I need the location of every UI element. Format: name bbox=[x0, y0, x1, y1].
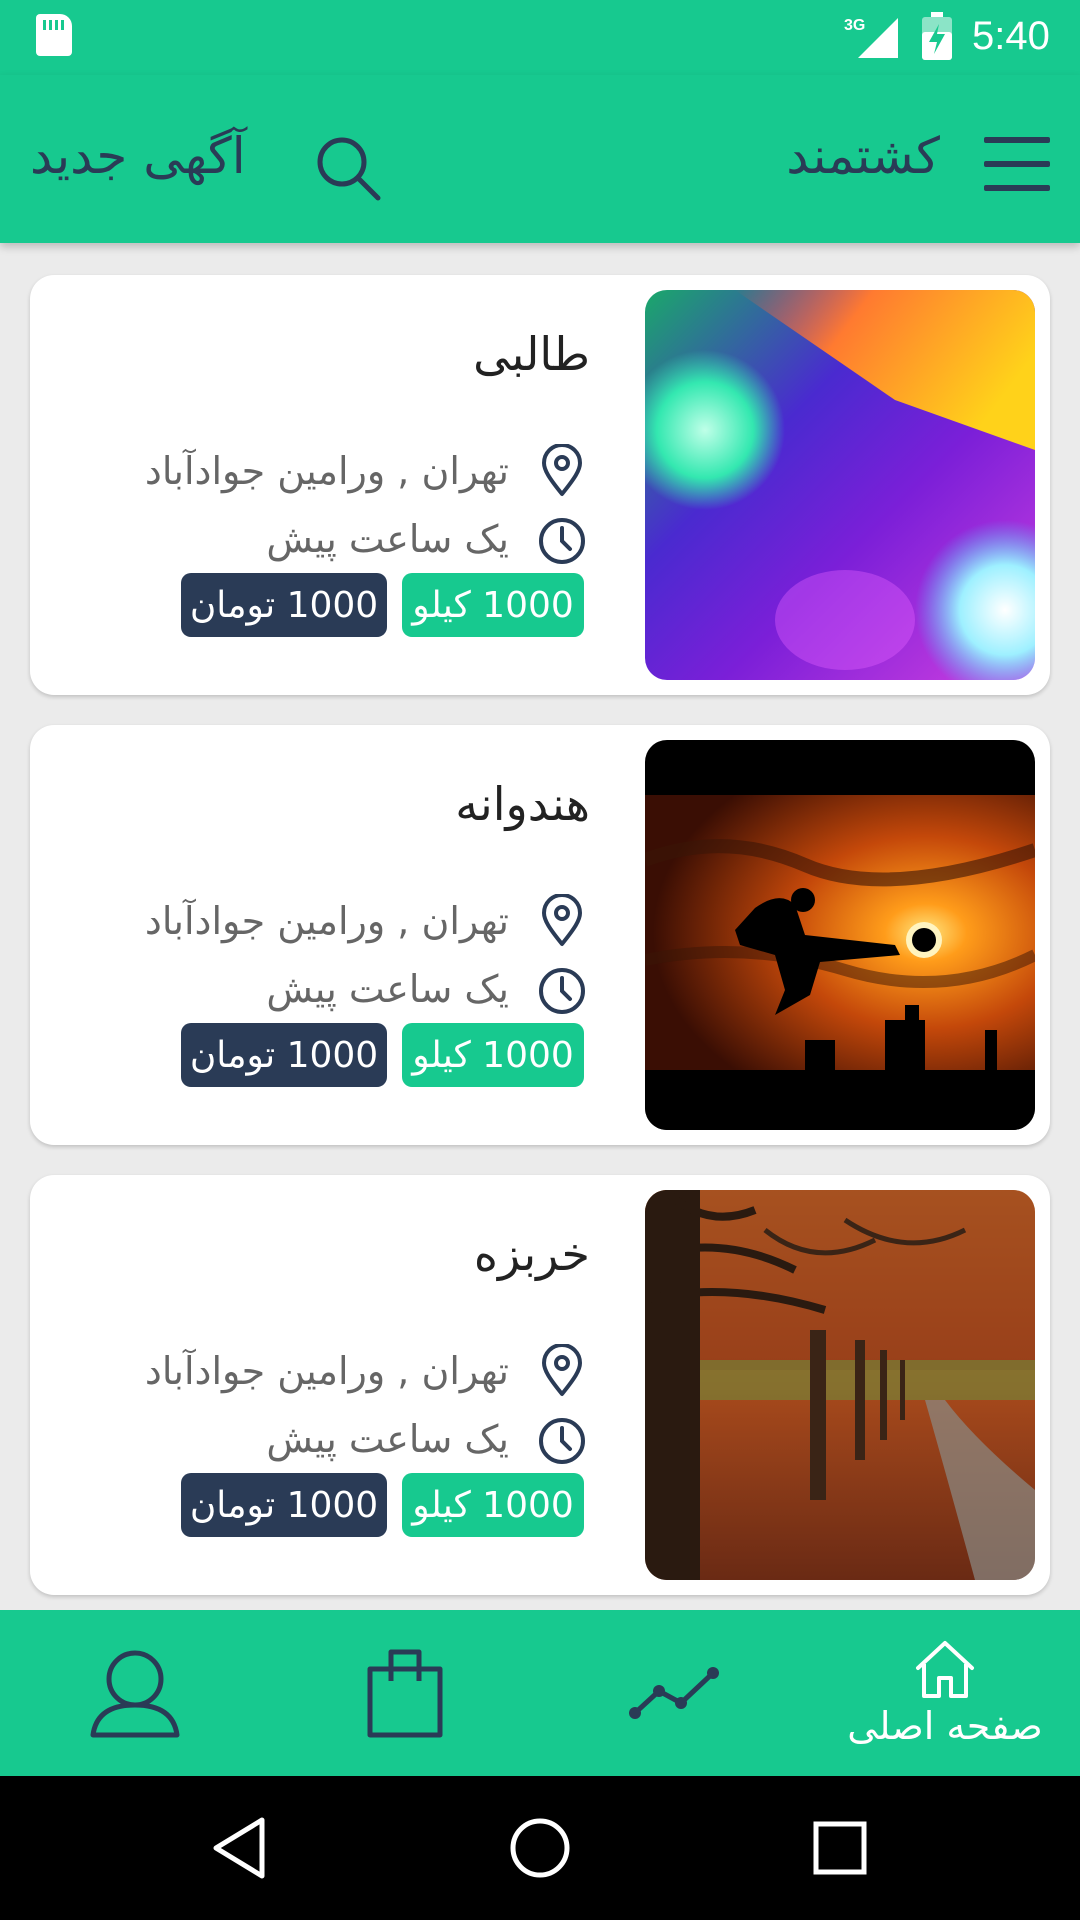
listing-location: تهران , ورامین جوادآباد bbox=[145, 443, 585, 499]
listing-card[interactable]: طالبی تهران , ورامین جوادآباد یک ساعت پی… bbox=[30, 275, 1050, 695]
time-text: یک ساعت پیش bbox=[266, 1417, 509, 1461]
nav-stats[interactable] bbox=[540, 1610, 810, 1776]
status-bar: 3G 5:40 bbox=[0, 0, 1080, 75]
weight-tag: 1000 کیلو bbox=[402, 1023, 584, 1087]
user-icon bbox=[90, 1650, 180, 1738]
listing-location: تهران , ورامین جوادآباد bbox=[145, 1343, 585, 1399]
clock-icon bbox=[539, 968, 585, 1014]
weight-tag: 1000 کیلو bbox=[402, 573, 584, 637]
back-icon[interactable] bbox=[206, 1814, 274, 1882]
home-icon bbox=[916, 1641, 974, 1698]
listing-image bbox=[645, 1190, 1035, 1580]
price-tag: 1000 تومان bbox=[181, 573, 387, 637]
listing-card[interactable]: خربزه تهران , ورامین جوادآباد یک ساعت پی… bbox=[30, 1175, 1050, 1595]
time-text: یک ساعت پیش bbox=[266, 517, 509, 561]
location-pin-icon bbox=[542, 444, 582, 496]
home-button-icon[interactable] bbox=[506, 1814, 574, 1882]
listing-image bbox=[645, 290, 1035, 680]
price-tag: 1000 تومان bbox=[181, 1023, 387, 1087]
nav-profile[interactable] bbox=[0, 1610, 270, 1776]
location-pin-icon bbox=[542, 1344, 582, 1396]
location-pin-icon bbox=[542, 894, 582, 946]
listing-time: یک ساعت پیش bbox=[266, 1411, 585, 1467]
status-time: 5:40 bbox=[972, 14, 1050, 58]
network-type-label: 3G bbox=[844, 17, 865, 34]
clock-icon bbox=[539, 518, 585, 564]
time-text: یک ساعت پیش bbox=[266, 967, 509, 1011]
bottom-nav: صفحه اصلی bbox=[0, 1610, 1080, 1776]
listing-title: هندوانه bbox=[455, 777, 590, 831]
signal-icon: 3G bbox=[844, 17, 898, 58]
listing-time: یک ساعت پیش bbox=[266, 961, 585, 1017]
new-ad-button[interactable]: آگهی جدید bbox=[30, 127, 246, 185]
chart-icon bbox=[629, 1667, 719, 1719]
listing-time: یک ساعت پیش bbox=[266, 511, 585, 567]
listing-card[interactable]: هندوانه تهران , ورامین جوادآباد یک ساعت … bbox=[30, 725, 1050, 1145]
clock-icon bbox=[539, 1418, 585, 1464]
nav-home-label: صفحه اصلی bbox=[847, 1704, 1043, 1748]
search-icon[interactable] bbox=[312, 132, 384, 204]
battery-icon bbox=[922, 12, 952, 60]
app-bar: کشتمند آگهی جدید bbox=[0, 75, 1080, 243]
location-text: تهران , ورامین جوادآباد bbox=[144, 899, 509, 943]
shopping-bag-icon bbox=[367, 1649, 443, 1738]
system-nav-bar bbox=[0, 1776, 1080, 1920]
price-tag: 1000 تومان bbox=[181, 1473, 387, 1537]
nav-cart[interactable] bbox=[270, 1610, 540, 1776]
location-text: تهران , ورامین جوادآباد bbox=[144, 1349, 509, 1393]
recents-icon[interactable] bbox=[806, 1814, 874, 1882]
listing-list: طالبی تهران , ورامین جوادآباد یک ساعت پی… bbox=[0, 243, 1080, 1610]
sd-card-icon bbox=[36, 14, 72, 56]
listing-title: طالبی bbox=[473, 327, 590, 381]
app-title: کشتمند bbox=[786, 127, 940, 185]
listing-location: تهران , ورامین جوادآباد bbox=[145, 893, 585, 949]
menu-icon[interactable] bbox=[984, 137, 1050, 191]
location-text: تهران , ورامین جوادآباد bbox=[144, 449, 509, 493]
listing-title: خربزه bbox=[473, 1227, 590, 1281]
weight-tag: 1000 کیلو bbox=[402, 1473, 584, 1537]
listing-image bbox=[645, 740, 1035, 1130]
nav-home[interactable]: صفحه اصلی bbox=[810, 1610, 1080, 1776]
